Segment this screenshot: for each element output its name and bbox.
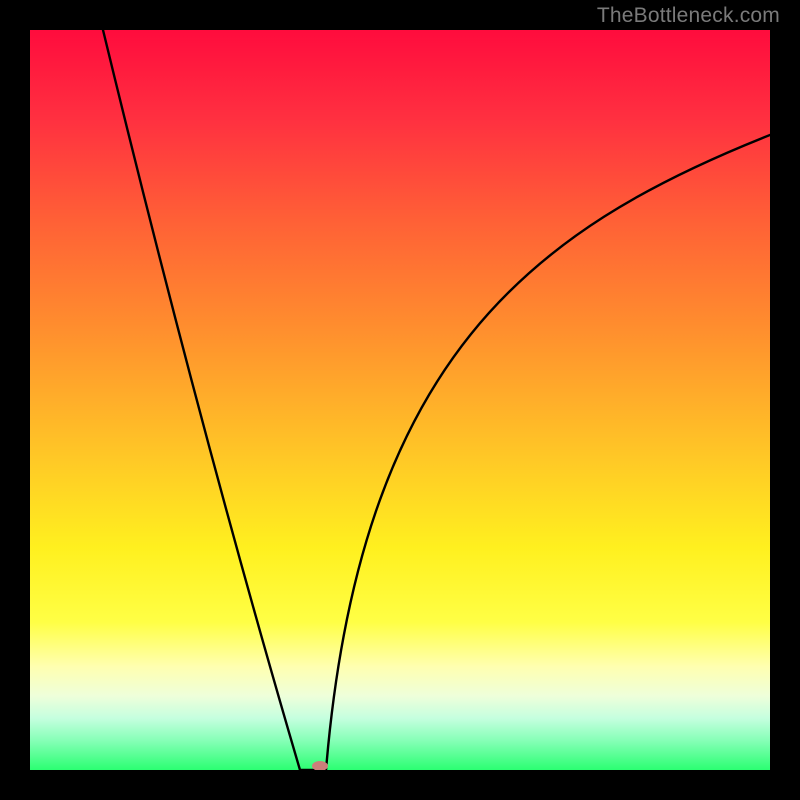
curve-path [103,30,770,770]
watermark-text: TheBottleneck.com [597,4,780,28]
chart-frame [30,30,770,770]
bottleneck-curve [30,30,770,770]
